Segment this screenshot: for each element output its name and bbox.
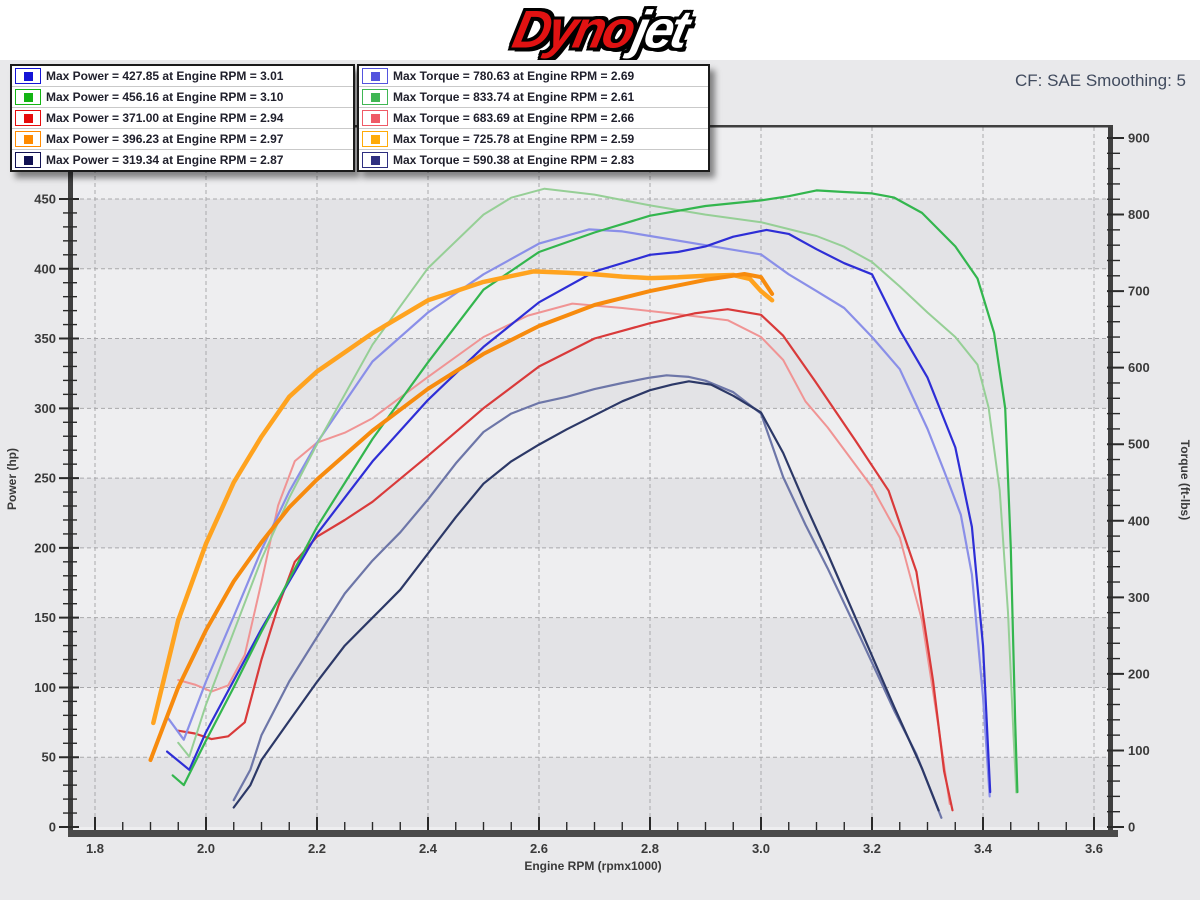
legend-swatch	[362, 89, 388, 105]
dynojet-logo: Dynojet	[507, 0, 693, 60]
svg-text:150: 150	[34, 610, 56, 625]
max-torque-legend: Max Torque = 780.63 at Engine RPM = 2.69…	[357, 64, 710, 172]
legend-label: Max Torque = 780.63 at Engine RPM = 2.69	[393, 69, 635, 83]
legend-swatch	[15, 89, 41, 105]
dyno-plot: 1.8 2.0 2.2 2.4 2.6 2.8 3.0 3.2 3.4 3.6 0 50 100 150 2…	[5, 125, 1192, 873]
svg-text:500: 500	[1128, 437, 1150, 452]
legend-color-chip	[370, 134, 380, 144]
svg-text:1.8: 1.8	[86, 841, 104, 856]
logo-text-dyno: Dyno	[507, 0, 639, 60]
legend-color-chip	[23, 113, 33, 123]
svg-text:3.6: 3.6	[1085, 841, 1103, 856]
legend-row: Max Torque = 780.63 at Engine RPM = 2.69	[359, 66, 708, 87]
legend-color-chip	[23, 92, 33, 102]
svg-text:50: 50	[42, 750, 56, 765]
svg-text:3.4: 3.4	[974, 841, 993, 856]
svg-text:2.4: 2.4	[419, 841, 438, 856]
legend-row: Max Torque = 683.69 at Engine RPM = 2.66	[359, 108, 708, 129]
svg-text:300: 300	[34, 401, 56, 416]
legend-color-chip	[23, 155, 33, 165]
legend-color-chip	[370, 92, 380, 102]
logo-text-jet: jet	[627, 0, 693, 60]
legend-row: Max Torque = 590.38 at Engine RPM = 2.83	[359, 150, 708, 170]
svg-text:100: 100	[1128, 743, 1150, 758]
svg-text:2.6: 2.6	[530, 841, 548, 856]
svg-text:400: 400	[34, 261, 56, 276]
svg-text:200: 200	[34, 540, 56, 555]
left-axis-title: Power (hp)	[5, 448, 19, 510]
right-axis-title: Torque (ft-lbs)	[1178, 440, 1192, 520]
svg-text:100: 100	[34, 680, 56, 695]
svg-text:900: 900	[1128, 130, 1150, 145]
legend-row: Max Power = 427.85 at Engine RPM = 3.01	[12, 66, 353, 87]
svg-text:0: 0	[1128, 820, 1135, 835]
legend-label: Max Power = 427.85 at Engine RPM = 3.01	[46, 69, 284, 83]
svg-text:350: 350	[34, 331, 56, 346]
legend-label: Max Power = 396.23 at Engine RPM = 2.97	[46, 132, 284, 146]
svg-text:3.0: 3.0	[752, 841, 770, 856]
smoothing-label: CF: SAE Smoothing: 5	[1014, 71, 1186, 90]
legend-label: Max Torque = 683.69 at Engine RPM = 2.66	[393, 111, 635, 125]
legend-label: Max Torque = 725.78 at Engine RPM = 2.59	[393, 132, 635, 146]
legend-swatch	[15, 68, 41, 84]
svg-text:400: 400	[1128, 513, 1150, 528]
svg-text:2.2: 2.2	[308, 841, 326, 856]
svg-text:3.2: 3.2	[863, 841, 881, 856]
legend-row: Max Torque = 833.74 at Engine RPM = 2.61	[359, 87, 708, 108]
svg-text:250: 250	[34, 471, 56, 486]
legend-swatch	[15, 110, 41, 126]
legend-color-chip	[23, 71, 33, 81]
legend-swatch	[362, 68, 388, 84]
legend-label: Max Power = 456.16 at Engine RPM = 3.10	[46, 90, 284, 104]
svg-text:600: 600	[1128, 360, 1150, 375]
svg-text:800: 800	[1128, 207, 1150, 222]
x-axis-title: Engine RPM (rpmx1000)	[524, 859, 661, 873]
legend-row: Max Power = 396.23 at Engine RPM = 2.97	[12, 129, 353, 150]
legend-label: Max Torque = 590.38 at Engine RPM = 2.83	[393, 153, 635, 167]
legend-swatch	[362, 110, 388, 126]
svg-text:2.0: 2.0	[197, 841, 215, 856]
legend-label: Max Torque = 833.74 at Engine RPM = 2.61	[393, 90, 635, 104]
legend-row: Max Power = 456.16 at Engine RPM = 3.10	[12, 87, 353, 108]
legend-color-chip	[370, 71, 380, 81]
dyno-app-window: Dynojet 1.8 2.0 2.2 2.4 2.6 2.8 3.0 3.2 3.4 3.6 0 5…	[0, 0, 1200, 900]
legend-color-chip	[370, 155, 380, 165]
legend-row: Max Power = 319.34 at Engine RPM = 2.87	[12, 150, 353, 170]
svg-text:300: 300	[1128, 590, 1150, 605]
chart-panel: 1.8 2.0 2.2 2.4 2.6 2.8 3.0 3.2 3.4 3.6 0 50 100 150 2…	[0, 60, 1200, 900]
legend-swatch	[362, 152, 388, 168]
legend-row: Max Torque = 725.78 at Engine RPM = 2.59	[359, 129, 708, 150]
legend-row: Max Power = 371.00 at Engine RPM = 2.94	[12, 108, 353, 129]
legend-swatch	[15, 152, 41, 168]
svg-text:0: 0	[49, 820, 56, 835]
svg-text:2.8: 2.8	[641, 841, 659, 856]
legend-swatch	[362, 131, 388, 147]
svg-text:450: 450	[34, 191, 56, 206]
max-power-legend: Max Power = 427.85 at Engine RPM = 3.01 M…	[10, 64, 355, 172]
legend-swatch	[15, 131, 41, 147]
svg-text:700: 700	[1128, 284, 1150, 299]
legend-label: Max Power = 319.34 at Engine RPM = 2.87	[46, 153, 284, 167]
logo-banner: Dynojet	[0, 0, 1200, 60]
legend-color-chip	[370, 113, 380, 123]
legend-color-chip	[23, 134, 33, 144]
legend-label: Max Power = 371.00 at Engine RPM = 2.94	[46, 111, 284, 125]
svg-text:200: 200	[1128, 666, 1150, 681]
